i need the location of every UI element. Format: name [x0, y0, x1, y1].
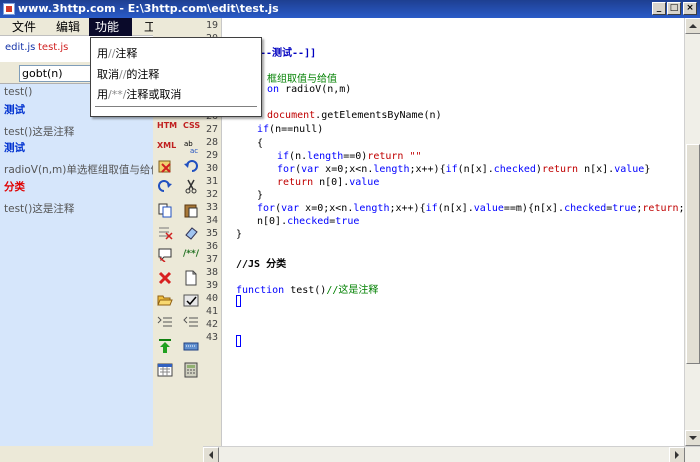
- code-line: if(n.length==0)return "": [277, 151, 422, 162]
- scroll-down-button[interactable]: [685, 430, 700, 446]
- list-item[interactable]: 测试: [4, 140, 25, 155]
- line-number: 39: [205, 280, 219, 291]
- line-number: 36: [205, 241, 219, 252]
- line-number: 19: [205, 20, 219, 31]
- code-line: return n[0].value: [277, 177, 380, 188]
- delete-icon[interactable]: [157, 270, 173, 286]
- code-line: 框组取值与给值: [267, 74, 337, 85]
- list-item[interactable]: test()这是注释: [4, 201, 74, 216]
- menu-function[interactable]: 功能: [89, 18, 132, 36]
- line-number: 43: [205, 332, 219, 343]
- text-cursor: [236, 335, 241, 347]
- keyboard-icon[interactable]: [183, 338, 199, 354]
- xml-icon[interactable]: XML: [157, 138, 176, 154]
- line-number: 40: [205, 293, 219, 304]
- code-line: if(n==null): [257, 124, 324, 135]
- window-title: www.3http.com - E:\3http.com\edit\test.j…: [18, 2, 279, 15]
- code-line: }: [257, 190, 264, 201]
- tab-test-js[interactable]: test.js: [38, 42, 68, 53]
- menu-separator: [95, 106, 257, 108]
- line-number: 31: [205, 176, 219, 187]
- code-line: for(var x=0;x<n.length;x++){if(n[x].valu…: [257, 203, 697, 214]
- scroll-up-button[interactable]: [685, 18, 700, 34]
- comment-icon[interactable]: /**/: [183, 246, 199, 262]
- clear-comment-icon[interactable]: [157, 246, 173, 263]
- horizontal-scrollbar[interactable]: [203, 446, 700, 462]
- menu-item-block-comment[interactable]: 用/**/注释或取消: [97, 86, 181, 102]
- list-item[interactable]: test(): [4, 86, 32, 98]
- line-number: 35: [205, 228, 219, 239]
- delete-file-icon[interactable]: [157, 158, 173, 174]
- code-line: for(var x=0;x<n.length;x++){if(n[x].chec…: [277, 164, 651, 175]
- eraser-icon[interactable]: [183, 224, 199, 240]
- function-menu-dropdown: 用//注释 取消//的注释 用/**/注释或取消: [90, 37, 262, 117]
- line-number: 34: [205, 215, 219, 226]
- outdent-icon[interactable]: [183, 314, 199, 330]
- list-item[interactable]: 分类: [4, 179, 25, 194]
- cut-icon[interactable]: [183, 178, 199, 194]
- menu-edit[interactable]: 编辑: [50, 18, 86, 36]
- line-number: 32: [205, 189, 219, 200]
- code-line: n[0].checked=true: [257, 216, 360, 227]
- indent-icon[interactable]: [157, 314, 173, 330]
- line-number: 41: [205, 306, 219, 317]
- checklist-icon[interactable]: [183, 292, 199, 308]
- menu-item-uncomment[interactable]: 取消//的注释: [97, 66, 159, 82]
- text-cursor: [236, 295, 241, 307]
- code-line: document.getElementsByName(n): [267, 110, 442, 121]
- code-line: on radioV(n,m): [267, 84, 352, 95]
- undo-icon[interactable]: [183, 158, 199, 174]
- line-number: 37: [205, 254, 219, 265]
- svg-text:ac: ac: [190, 147, 198, 154]
- new-file-icon[interactable]: [183, 270, 199, 286]
- copy-icon[interactable]: [157, 202, 173, 218]
- list-item[interactable]: 测试: [4, 102, 25, 117]
- line-number: 29: [205, 150, 219, 161]
- redo-icon[interactable]: [157, 178, 173, 194]
- menu-item-line-comment[interactable]: 用//注释: [97, 45, 137, 61]
- list-item[interactable]: test()这是注释: [4, 124, 74, 139]
- delete-lines-icon[interactable]: [157, 224, 173, 240]
- line-number: 28: [205, 137, 219, 148]
- panel-footer: [0, 446, 203, 462]
- function-list: test() 测试 test()这是注释 测试 radioV(n,m)单选框组取…: [0, 84, 161, 446]
- code-line: --测试--]]: [260, 48, 317, 59]
- line-number: 38: [205, 267, 219, 278]
- replace-icon[interactable]: ab ac: [183, 138, 199, 155]
- code-line: function test()//这是注释: [236, 285, 379, 296]
- menu-file[interactable]: 文件: [6, 18, 42, 36]
- close-button[interactable]: ×: [683, 2, 697, 15]
- code-line: }: [236, 229, 243, 240]
- code-line: //JS 分类: [236, 259, 287, 270]
- calendar-icon[interactable]: [157, 362, 173, 378]
- scroll-right-button[interactable]: [669, 447, 685, 462]
- htm-icon[interactable]: HTM: [157, 118, 177, 134]
- css-icon[interactable]: CSS: [183, 118, 200, 134]
- tab-edit-js[interactable]: edit.js: [5, 42, 35, 53]
- move-top-icon[interactable]: [157, 338, 173, 354]
- maximize-button[interactable]: □: [667, 2, 681, 15]
- line-number: 27: [205, 124, 219, 135]
- list-item[interactable]: radioV(n,m)单选框组取值与给值: [4, 162, 161, 177]
- line-number: 42: [205, 319, 219, 330]
- code-editor[interactable]: --测试--]] 框组取值与给值 on radioV(n,m) document…: [221, 18, 697, 446]
- app-icon: [3, 3, 15, 15]
- line-number: 30: [205, 163, 219, 174]
- vertical-scroll-thumb[interactable]: [686, 144, 700, 364]
- vertical-scrollbar[interactable]: [684, 18, 700, 446]
- code-line: {: [257, 138, 264, 149]
- line-number: 33: [205, 202, 219, 213]
- title-bar: www.3http.com - E:\3http.com\edit\test.j…: [0, 0, 700, 18]
- minimize-button[interactable]: _: [652, 2, 666, 15]
- scroll-left-button[interactable]: [203, 447, 219, 462]
- paste-icon[interactable]: [183, 202, 199, 218]
- calculator-icon[interactable]: [183, 362, 199, 378]
- open-folder-icon[interactable]: [157, 292, 173, 308]
